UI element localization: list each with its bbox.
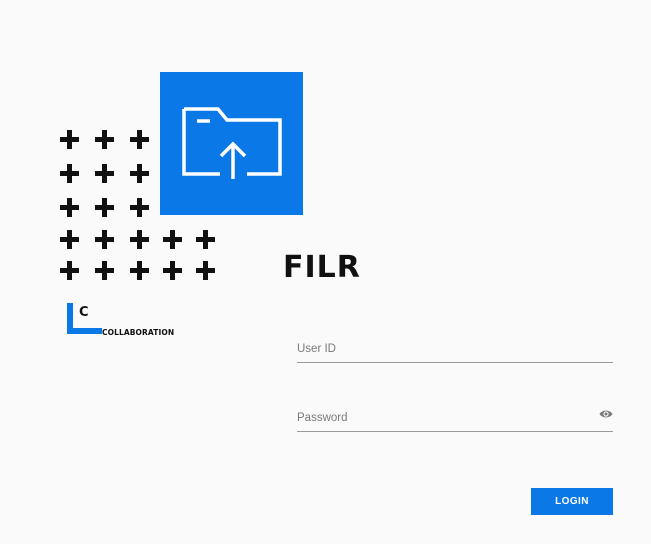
plus-icon (196, 261, 215, 280)
app-title: FILR (283, 250, 361, 285)
plus-icon (60, 261, 79, 280)
password-input[interactable] (297, 407, 587, 429)
plus-icon (163, 230, 182, 249)
password-field (297, 407, 613, 432)
plus-icon (95, 130, 114, 149)
login-page: C COLLABORATION FILR LOGIN (0, 0, 651, 544)
plus-icon (163, 261, 182, 280)
plus-icon (130, 130, 149, 149)
plus-icon (60, 130, 79, 149)
collaboration-logo: C COLLABORATION (62, 293, 202, 343)
plus-icon (130, 198, 149, 217)
user-id-field (297, 338, 613, 363)
collab-label: COLLABORATION (102, 328, 175, 337)
plus-icon (60, 164, 79, 183)
plus-icon (130, 230, 149, 249)
plus-icon (95, 198, 114, 217)
plus-icon (60, 198, 79, 217)
plus-icon (196, 230, 215, 249)
plus-icon (95, 230, 114, 249)
eye-icon[interactable] (599, 409, 613, 419)
plus-icon (95, 164, 114, 183)
plus-icon (95, 261, 114, 280)
login-button[interactable]: LOGIN (531, 488, 613, 515)
plus-icon (60, 230, 79, 249)
plus-icon (130, 261, 149, 280)
plus-pattern (60, 130, 220, 280)
plus-icon (130, 164, 149, 183)
user-id-input[interactable] (297, 338, 587, 360)
collab-letter: C (79, 305, 89, 320)
